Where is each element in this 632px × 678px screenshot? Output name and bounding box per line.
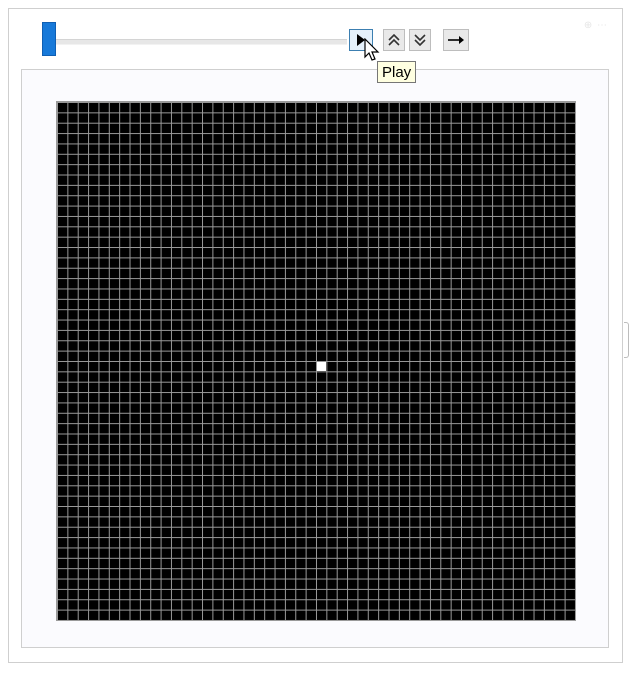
slower-button[interactable] (409, 29, 431, 51)
time-slider[interactable] (42, 22, 347, 56)
faster-button[interactable] (383, 29, 405, 51)
mouse-cursor-icon (364, 38, 380, 61)
arrow-right-icon (448, 36, 464, 44)
slider-track[interactable] (42, 39, 347, 45)
direction-button[interactable] (443, 29, 469, 51)
double-chevron-up-icon (388, 34, 400, 46)
double-chevron-down-icon (414, 34, 426, 46)
cell-grid (56, 101, 576, 621)
slider-thumb[interactable] (42, 22, 56, 56)
play-tooltip: Play (377, 61, 417, 83)
grid-cell-on (317, 362, 327, 372)
resize-handle[interactable] (624, 322, 629, 358)
panel-options-icon[interactable]: ⊕ ⋯ (584, 20, 608, 31)
